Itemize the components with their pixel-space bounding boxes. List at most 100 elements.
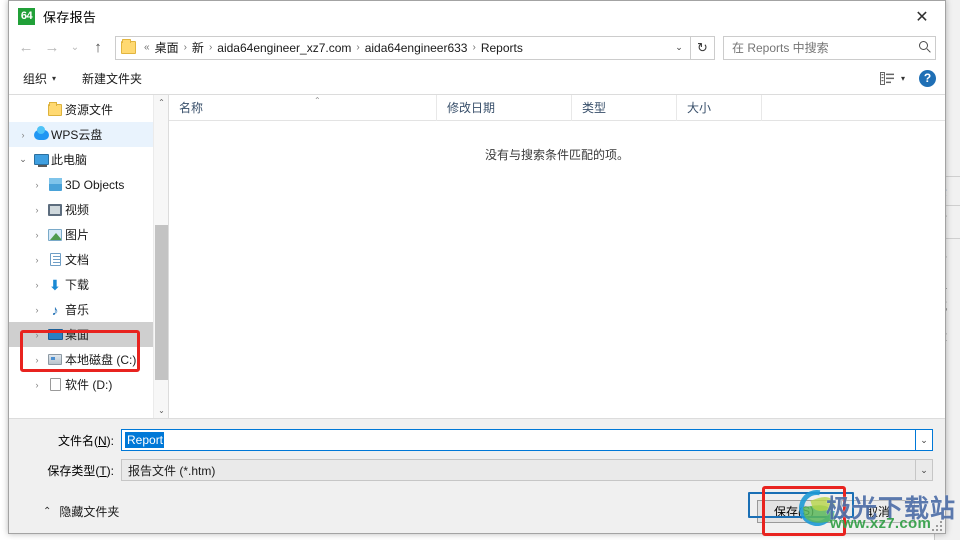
twisty-icon[interactable]: ›: [15, 130, 31, 140]
navigation-tree: 资源文件 › WPS云盘 ⌄ 此电脑 › 3D Objects › 视频 › 图…: [9, 95, 169, 418]
twisty-icon[interactable]: ›: [29, 380, 45, 390]
forward-button[interactable]: →: [39, 35, 65, 61]
title-bar: 64 保存报告 ✕: [9, 1, 945, 32]
tree-item-pictures[interactable]: › 图片: [9, 222, 168, 247]
aida64-app-icon: 64: [18, 7, 35, 25]
tree-item-label: 下载: [65, 278, 90, 292]
column-header-size[interactable]: 大小: [677, 94, 762, 121]
save-label-prefix: 保存(: [773, 504, 802, 519]
tree-scrollbar[interactable]: ⌃ ⌄: [153, 95, 168, 418]
chevron-down-icon: ▾: [52, 74, 57, 83]
cube-icon: [45, 178, 65, 191]
breadcrumb-item-aida64engineer-xz7[interactable]: aida64engineer_xz7.com: [214, 41, 354, 55]
column-header-type[interactable]: 类型: [572, 94, 677, 121]
music-icon: ♪: [51, 301, 59, 318]
new-folder-button[interactable]: 新建文件夹: [82, 70, 142, 87]
tree-item-desktop[interactable]: › 桌面: [9, 322, 168, 347]
tree-item-wps-cloud[interactable]: › WPS云盘: [9, 122, 168, 147]
tree-item-label: 图片: [65, 228, 90, 242]
tree-item-music[interactable]: › ♪ 音乐: [9, 297, 168, 322]
breadcrumb: « 桌面 › 新 › aida64engineer_xz7.com › aida…: [142, 39, 668, 56]
breadcrumb-item-new[interactable]: 新: [189, 39, 207, 56]
dialog-bottom-bar: ⌃ 隐藏文件夹 保存(S) 取消: [9, 489, 945, 533]
twisty-icon[interactable]: ›: [29, 180, 45, 190]
filetype-value: 报告文件 (*.htm): [128, 463, 216, 478]
chevron-down-icon[interactable]: ⌄: [668, 37, 690, 59]
up-button[interactable]: ↑: [85, 35, 111, 61]
recent-locations-button[interactable]: ⌄: [65, 35, 85, 61]
save-button[interactable]: 保存(S): [757, 499, 831, 523]
breadcrumb-overflow[interactable]: «: [142, 42, 152, 53]
filename-row: 文件名(N): Report ⌄: [21, 429, 933, 451]
folder-icon: [121, 39, 136, 54]
organize-button[interactable]: 组织 ▾: [23, 70, 56, 87]
breadcrumb-item-aida64engineer633[interactable]: aida64engineer633: [362, 41, 471, 55]
filename-label-key: N: [97, 433, 107, 448]
twisty-icon[interactable]: ›: [29, 205, 45, 215]
filename-label: 文件名(N):: [21, 432, 121, 449]
scrollbar-thumb[interactable]: [155, 225, 168, 380]
video-icon: [45, 203, 65, 216]
search-box[interactable]: [723, 35, 936, 60]
desktop-icon: [45, 329, 65, 340]
column-header-name[interactable]: ⌃ 名称: [169, 94, 437, 121]
cancel-button[interactable]: 取消: [841, 499, 915, 523]
twisty-icon[interactable]: ›: [29, 355, 45, 365]
tree-item-resource-files[interactable]: 资源文件: [9, 97, 168, 122]
help-icon[interactable]: ?: [919, 70, 936, 87]
hide-folders-toggle[interactable]: ⌃ 隐藏文件夹: [43, 503, 119, 520]
tree-item-local-disk-c[interactable]: › 本地磁盘 (C:): [9, 347, 168, 372]
change-view-button[interactable]: ▾: [879, 72, 905, 85]
tree-item-3d-objects[interactable]: › 3D Objects: [9, 172, 168, 197]
organize-label: 组织: [23, 72, 48, 86]
scroll-down-icon[interactable]: ⌄: [154, 403, 168, 418]
tree-item-label: 软件 (D:): [65, 378, 113, 392]
screenshot-root: 示 洁 告 件 或 设 64 保存报告 ✕ ← → ⌄ ↑ « 桌面: [0, 0, 960, 540]
new-folder-label: 新建文件夹: [82, 72, 143, 86]
tree-item-software-d[interactable]: › 软件 (D:): [9, 372, 168, 397]
save-label-key: S: [801, 504, 810, 518]
tree-item-downloads[interactable]: › ⬇ 下载: [9, 272, 168, 297]
chevron-down-icon[interactable]: ⌄: [916, 459, 933, 481]
chevron-up-icon: ⌃: [43, 505, 52, 517]
filename-label-suffix: ):: [106, 433, 114, 448]
twisty-icon[interactable]: ›: [29, 305, 45, 315]
chevron-down-icon: ▾: [900, 74, 905, 83]
resize-grip[interactable]: [930, 519, 942, 531]
twisty-icon[interactable]: ›: [29, 280, 45, 290]
tree-item-label: WPS云盘: [51, 128, 103, 142]
tree-item-documents[interactable]: › 文档: [9, 247, 168, 272]
download-icon: ⬇: [49, 276, 61, 293]
back-button[interactable]: ←: [13, 35, 39, 61]
breadcrumb-item-desktop[interactable]: 桌面: [152, 39, 182, 56]
save-report-dialog: 64 保存报告 ✕ ← → ⌄ ↑ « 桌面 › 新 › aida64engin…: [8, 0, 946, 534]
tree-item-videos[interactable]: › 视频: [9, 197, 168, 222]
search-input[interactable]: [724, 40, 904, 55]
filetype-value-box[interactable]: 报告文件 (*.htm): [121, 459, 916, 481]
chevron-down-icon[interactable]: ⌄: [916, 429, 933, 451]
refresh-icon[interactable]: ↻: [691, 35, 715, 60]
sort-ascending-icon: ⌃: [314, 95, 321, 105]
column-header-date-modified[interactable]: 修改日期: [437, 94, 572, 121]
close-icon[interactable]: ✕: [899, 1, 945, 32]
scroll-up-icon[interactable]: ⌃: [154, 95, 168, 110]
filetype-combo[interactable]: 报告文件 (*.htm) ⌄: [121, 459, 933, 481]
save-form: 文件名(N): Report ⌄ 保存类型(T): 报告文件 (*.htm) ⌄: [9, 419, 945, 489]
tree-item-this-pc[interactable]: ⌄ 此电脑: [9, 147, 168, 172]
tree-item-label: 视频: [65, 203, 90, 217]
column-header-label: 修改日期: [447, 101, 496, 115]
breadcrumb-item-reports[interactable]: Reports: [478, 41, 526, 55]
document-icon: [45, 253, 65, 266]
twisty-icon[interactable]: ›: [29, 255, 45, 265]
filename-input[interactable]: Report: [121, 429, 916, 451]
tree-item-label: 3D Objects: [65, 177, 125, 192]
twisty-icon[interactable]: ›: [29, 330, 45, 340]
breadcrumb-separator: ›: [183, 42, 187, 53]
twisty-icon[interactable]: ⌄: [15, 154, 31, 165]
filetype-label-suffix: ):: [106, 463, 114, 478]
tree-item-label: 本地磁盘 (C:): [65, 353, 137, 367]
filename-combo[interactable]: Report ⌄: [121, 429, 933, 451]
twisty-icon[interactable]: ›: [29, 230, 45, 240]
filename-value: Report: [125, 432, 165, 448]
address-bar[interactable]: « 桌面 › 新 › aida64engineer_xz7.com › aida…: [115, 35, 691, 60]
